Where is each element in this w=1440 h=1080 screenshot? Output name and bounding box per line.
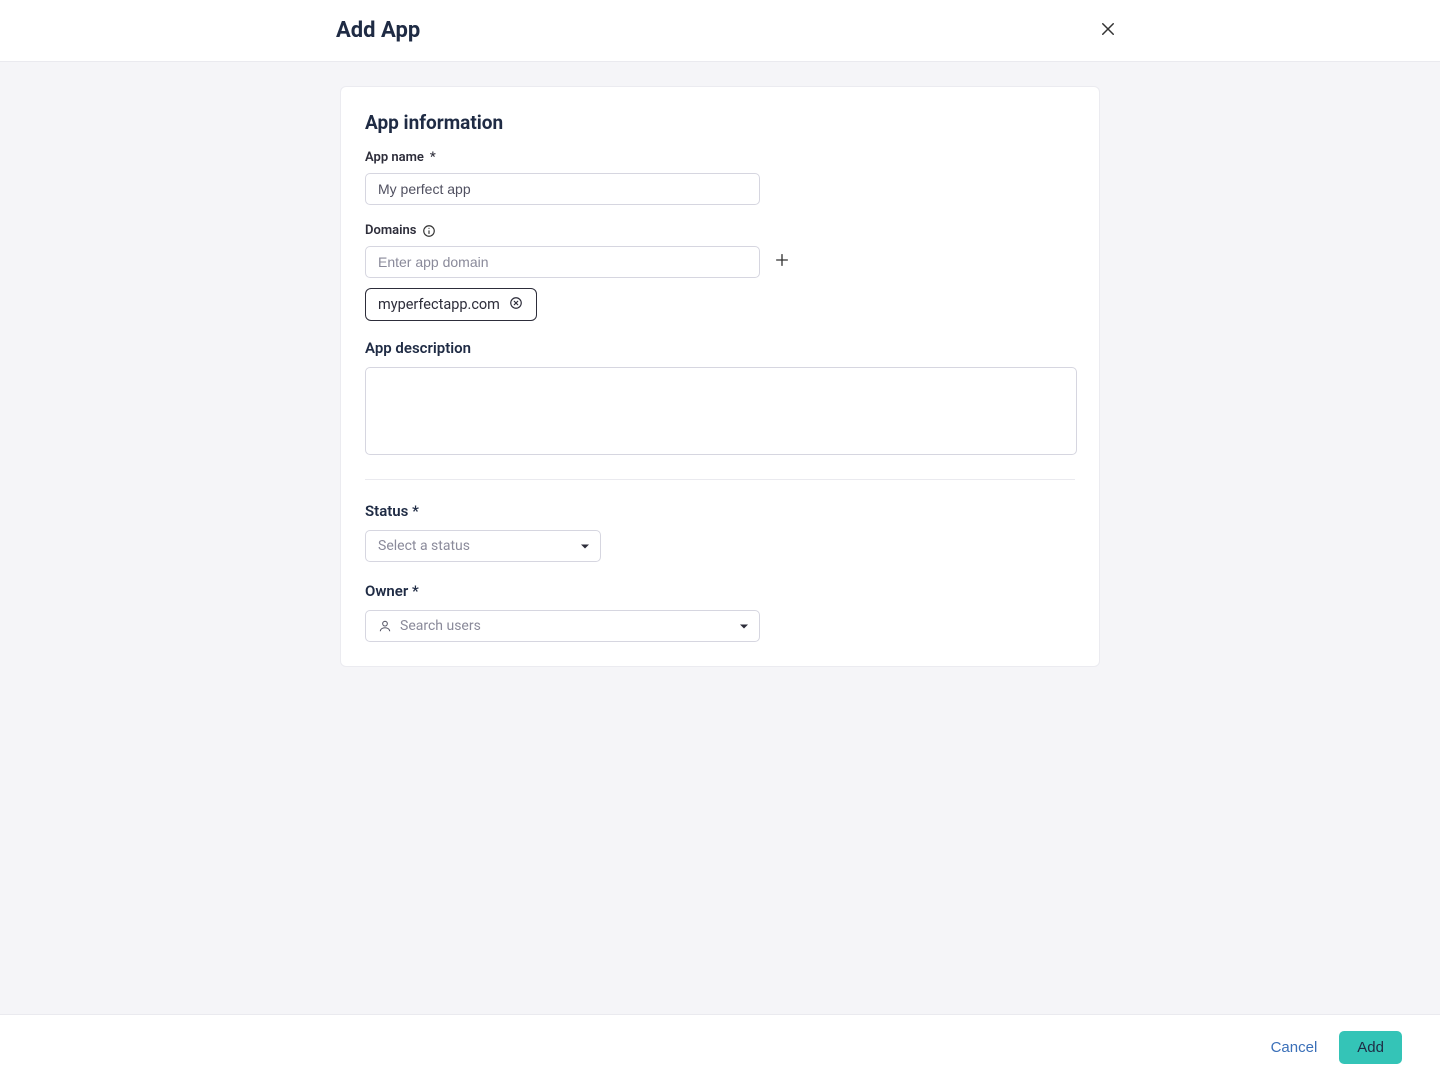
cancel-button[interactable]: Cancel [1271,1039,1318,1056]
owner-select[interactable]: Search users [365,610,760,642]
user-icon [378,619,392,633]
remove-domain-button[interactable] [508,297,524,313]
field-status: Status * Select a status [365,502,1075,562]
domain-chip-label: myperfectapp.com [378,296,500,313]
close-button[interactable] [1094,17,1122,45]
page-title: Add App [336,18,420,43]
add-button[interactable]: Add [1339,1031,1402,1064]
status-select[interactable]: Select a status [365,530,601,562]
close-icon [1099,20,1117,42]
label-owner: Owner * [365,582,1075,600]
domain-input-row [365,246,1075,278]
label-description: App description [365,339,1075,357]
plus-icon [774,252,790,272]
label-domains: Domains [365,223,1075,238]
app-info-card: App information App name * Domains [340,86,1100,667]
status-placeholder: Select a status [378,538,470,554]
add-domain-button[interactable] [772,252,792,272]
owner-placeholder: Search users [400,618,481,634]
divider [365,479,1075,480]
app-name-input[interactable] [365,173,760,205]
chevron-down-icon [739,617,749,636]
field-domains: Domains myperfectapp.com [365,223,1075,321]
chevron-down-icon [580,537,590,556]
label-status: Status * [365,502,1075,520]
page-header: Add App [0,0,1440,62]
info-icon[interactable] [422,224,436,238]
x-circle-icon [509,296,523,314]
domain-chip: myperfectapp.com [365,288,537,321]
content-area: App information App name * Domains [0,62,1440,667]
domain-input[interactable] [365,246,760,278]
description-textarea[interactable] [365,367,1077,455]
label-app-name: App name * [365,150,1075,165]
footer-bar: Cancel Add [0,1014,1440,1080]
section-title-app-info: App information [365,111,1075,134]
field-owner: Owner * Search users [365,582,1075,642]
field-description: App description [365,339,1075,459]
field-app-name: App name * [365,150,1075,205]
required-marker: * [430,150,436,165]
